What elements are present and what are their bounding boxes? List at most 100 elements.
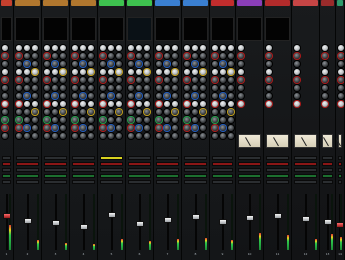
rotary-knob[interactable]	[200, 45, 206, 51]
rec-button[interactable]	[2, 174, 11, 178]
rotary-knob[interactable]	[200, 93, 206, 99]
rotary-knob[interactable]	[184, 85, 190, 91]
rotary-knob[interactable]	[108, 77, 114, 83]
rotary-knob[interactable]	[16, 101, 22, 107]
rotary-knob[interactable]	[2, 53, 8, 59]
rotary-knob[interactable]	[228, 125, 234, 131]
rotary-knob[interactable]	[238, 45, 244, 51]
rotary-knob[interactable]	[72, 109, 78, 115]
rec-button[interactable]	[16, 174, 39, 178]
rotary-knob[interactable]	[60, 93, 66, 99]
rotary-knob[interactable]	[200, 53, 206, 59]
select-button[interactable]	[294, 156, 317, 160]
rotary-knob[interactable]	[220, 77, 226, 83]
rotary-knob[interactable]	[238, 93, 244, 99]
rotary-knob[interactable]	[128, 61, 134, 67]
rotary-knob[interactable]	[144, 85, 150, 91]
channel-color-bar[interactable]	[99, 0, 124, 6]
rotary-knob[interactable]	[16, 117, 22, 123]
mute-button[interactable]	[266, 162, 289, 166]
select-button[interactable]	[238, 156, 261, 160]
rotary-knob[interactable]	[128, 85, 134, 91]
channel-color-bar[interactable]	[337, 0, 343, 6]
rotary-knob[interactable]	[52, 109, 58, 115]
automation-button[interactable]	[294, 180, 317, 184]
automation-button[interactable]	[2, 180, 11, 184]
rotary-knob[interactable]	[80, 77, 86, 83]
rotary-knob[interactable]	[80, 61, 86, 67]
rotary-knob[interactable]	[212, 61, 218, 67]
rotary-knob[interactable]	[156, 85, 162, 91]
rotary-knob[interactable]	[184, 109, 190, 115]
rotary-knob[interactable]	[192, 109, 198, 115]
rotary-knob[interactable]	[52, 101, 58, 107]
rotary-knob[interactable]	[212, 109, 218, 115]
rotary-knob[interactable]	[24, 53, 30, 59]
rotary-knob[interactable]	[238, 69, 244, 75]
rotary-knob[interactable]	[2, 93, 8, 99]
rotary-knob[interactable]	[228, 93, 234, 99]
rotary-knob[interactable]	[100, 133, 106, 139]
rotary-knob[interactable]	[212, 85, 218, 91]
rotary-knob[interactable]	[24, 133, 30, 139]
rotary-knob[interactable]	[32, 109, 38, 115]
rotary-knob[interactable]	[192, 117, 198, 123]
rotary-knob[interactable]	[164, 69, 170, 75]
rotary-knob[interactable]	[212, 53, 218, 59]
fader-cap[interactable]	[323, 219, 332, 225]
rotary-knob[interactable]	[16, 53, 22, 59]
rotary-knob[interactable]	[164, 117, 170, 123]
rotary-knob[interactable]	[100, 85, 106, 91]
automation-button[interactable]	[266, 180, 289, 184]
rotary-knob[interactable]	[338, 61, 344, 67]
rotary-knob[interactable]	[184, 69, 190, 75]
rotary-knob[interactable]	[88, 109, 94, 115]
rotary-knob[interactable]	[192, 93, 198, 99]
rotary-knob[interactable]	[172, 85, 178, 91]
rotary-knob[interactable]	[44, 117, 50, 123]
rotary-knob[interactable]	[156, 69, 162, 75]
rotary-knob[interactable]	[52, 125, 58, 131]
rotary-knob[interactable]	[116, 85, 122, 91]
rec-button[interactable]	[338, 174, 342, 178]
rotary-knob[interactable]	[192, 133, 198, 139]
rotary-knob[interactable]	[128, 77, 134, 83]
rotary-knob[interactable]	[338, 85, 344, 91]
rotary-knob[interactable]	[32, 53, 38, 59]
rotary-knob[interactable]	[128, 117, 134, 123]
rotary-knob[interactable]	[52, 69, 58, 75]
rotary-knob[interactable]	[220, 109, 226, 115]
rotary-knob[interactable]	[338, 69, 344, 75]
rotary-knob[interactable]	[116, 61, 122, 67]
rotary-knob[interactable]	[2, 117, 8, 123]
mute-button[interactable]	[212, 162, 233, 166]
rotary-knob[interactable]	[116, 133, 122, 139]
rotary-knob[interactable]	[2, 69, 8, 75]
mute-button[interactable]	[322, 162, 333, 166]
rotary-knob[interactable]	[164, 53, 170, 59]
rotary-knob[interactable]	[88, 101, 94, 107]
rotary-knob[interactable]	[136, 117, 142, 123]
rotary-knob[interactable]	[144, 133, 150, 139]
rotary-knob[interactable]	[60, 53, 66, 59]
channel-color-bar[interactable]	[211, 0, 234, 6]
rotary-knob[interactable]	[192, 85, 198, 91]
channel-color-bar[interactable]	[155, 0, 180, 6]
select-button[interactable]	[266, 156, 289, 160]
rotary-knob[interactable]	[88, 69, 94, 75]
automation-button[interactable]	[212, 180, 233, 184]
rotary-knob[interactable]	[60, 133, 66, 139]
rotary-knob[interactable]	[266, 77, 272, 83]
rotary-knob[interactable]	[184, 77, 190, 83]
rotary-knob[interactable]	[80, 101, 86, 107]
automation-button[interactable]	[100, 180, 123, 184]
rotary-knob[interactable]	[116, 109, 122, 115]
rotary-knob[interactable]	[200, 117, 206, 123]
rotary-knob[interactable]	[200, 77, 206, 83]
rotary-knob[interactable]	[128, 69, 134, 75]
rotary-knob[interactable]	[136, 53, 142, 59]
rotary-knob[interactable]	[156, 45, 162, 51]
rotary-knob[interactable]	[108, 101, 114, 107]
rotary-knob[interactable]	[108, 53, 114, 59]
rotary-knob[interactable]	[144, 61, 150, 67]
